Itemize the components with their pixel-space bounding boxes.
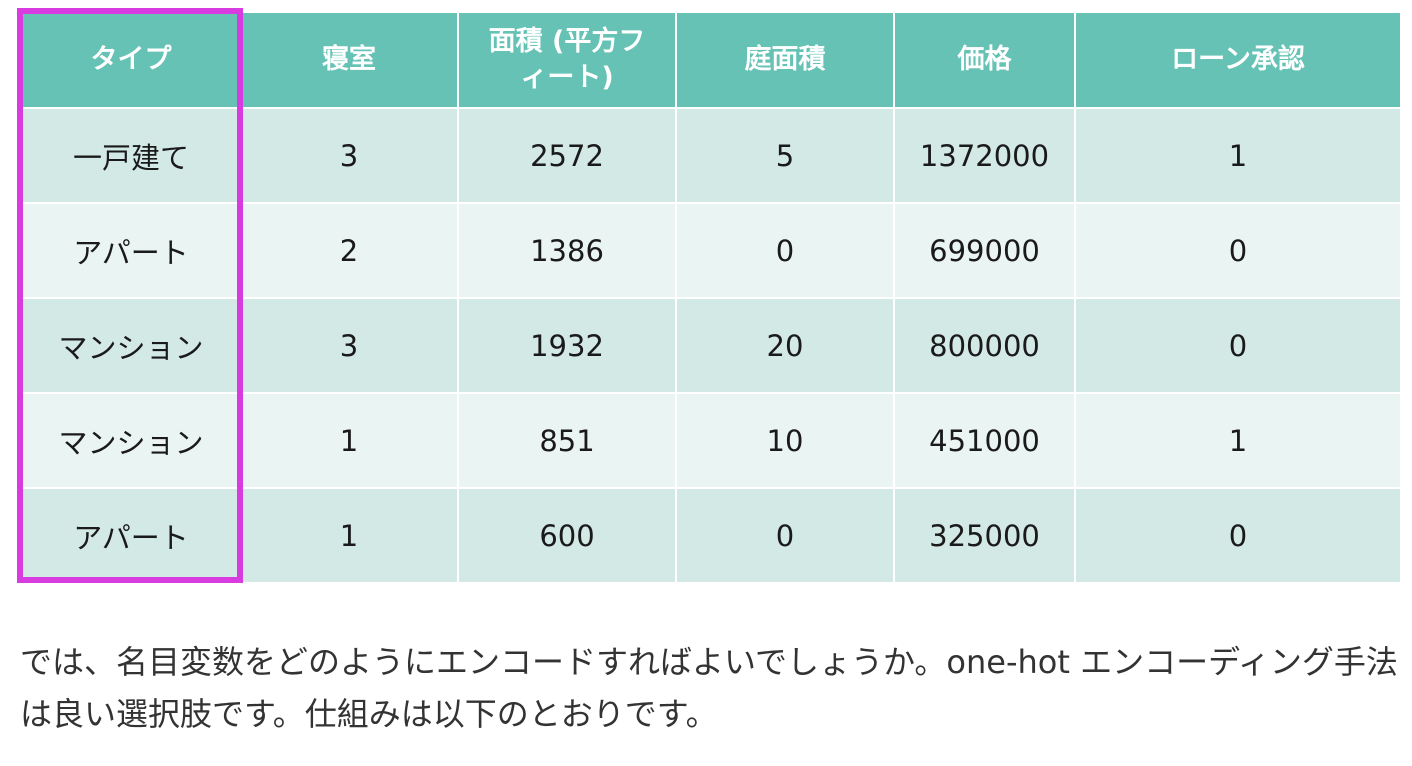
cell-area: 1932: [457, 297, 677, 394]
cell-bedrooms: 1: [239, 487, 459, 584]
header-price: 価格: [893, 11, 1076, 109]
cell-area: 2572: [457, 107, 677, 204]
cell-bedrooms: 1: [239, 392, 459, 489]
cell-price: 325000: [893, 487, 1076, 584]
table-row: マンション 3 1932 20 800000 0: [21, 297, 1402, 394]
header-loan-approval: ローン承認: [1074, 11, 1402, 109]
housing-data-table: タイプ 寝室 面積 (平方フィート) 庭面積 価格 ローン承認 一戸建て 3 2…: [21, 11, 1402, 584]
cell-bedrooms: 2: [239, 202, 459, 299]
cell-yard-area: 5: [675, 107, 895, 204]
header-bedrooms: 寝室: [239, 11, 459, 109]
cell-loan-approval: 1: [1074, 107, 1402, 204]
cell-area: 1386: [457, 202, 677, 299]
cell-bedrooms: 3: [239, 107, 459, 204]
cell-type: アパート: [21, 487, 241, 584]
table-row: アパート 2 1386 0 699000 0: [21, 202, 1402, 299]
cell-bedrooms: 3: [239, 297, 459, 394]
table-row: マンション 1 851 10 451000 1: [21, 392, 1402, 489]
cell-loan-approval: 0: [1074, 487, 1402, 584]
table-row: 一戸建て 3 2572 5 1372000 1: [21, 107, 1402, 204]
cell-price: 800000: [893, 297, 1076, 394]
cell-type: マンション: [21, 392, 241, 489]
cell-price: 451000: [893, 392, 1076, 489]
cell-loan-approval: 1: [1074, 392, 1402, 489]
cell-price: 699000: [893, 202, 1076, 299]
cell-price: 1372000: [893, 107, 1076, 204]
data-table-container: タイプ 寝室 面積 (平方フィート) 庭面積 価格 ローン承認 一戸建て 3 2…: [21, 11, 1402, 584]
cell-yard-area: 0: [675, 487, 895, 584]
cell-type: マンション: [21, 297, 241, 394]
header-area: 面積 (平方フィート): [457, 11, 677, 109]
header-yard-area: 庭面積: [675, 11, 895, 109]
cell-area: 851: [457, 392, 677, 489]
cell-loan-approval: 0: [1074, 202, 1402, 299]
header-type: タイプ: [21, 11, 241, 109]
cell-yard-area: 20: [675, 297, 895, 394]
table-row: アパート 1 600 0 325000 0: [21, 487, 1402, 584]
table-header-row: タイプ 寝室 面積 (平方フィート) 庭面積 価格 ローン承認: [21, 11, 1402, 109]
cell-yard-area: 0: [675, 202, 895, 299]
cell-loan-approval: 0: [1074, 297, 1402, 394]
cell-yard-area: 10: [675, 392, 895, 489]
cell-type: 一戸建て: [21, 107, 241, 204]
cell-area: 600: [457, 487, 677, 584]
cell-type: アパート: [21, 202, 241, 299]
explanation-paragraph: では、名目変数をどのようにエンコードすればよいでしょうか。one-hot エンコ…: [20, 643, 1398, 733]
